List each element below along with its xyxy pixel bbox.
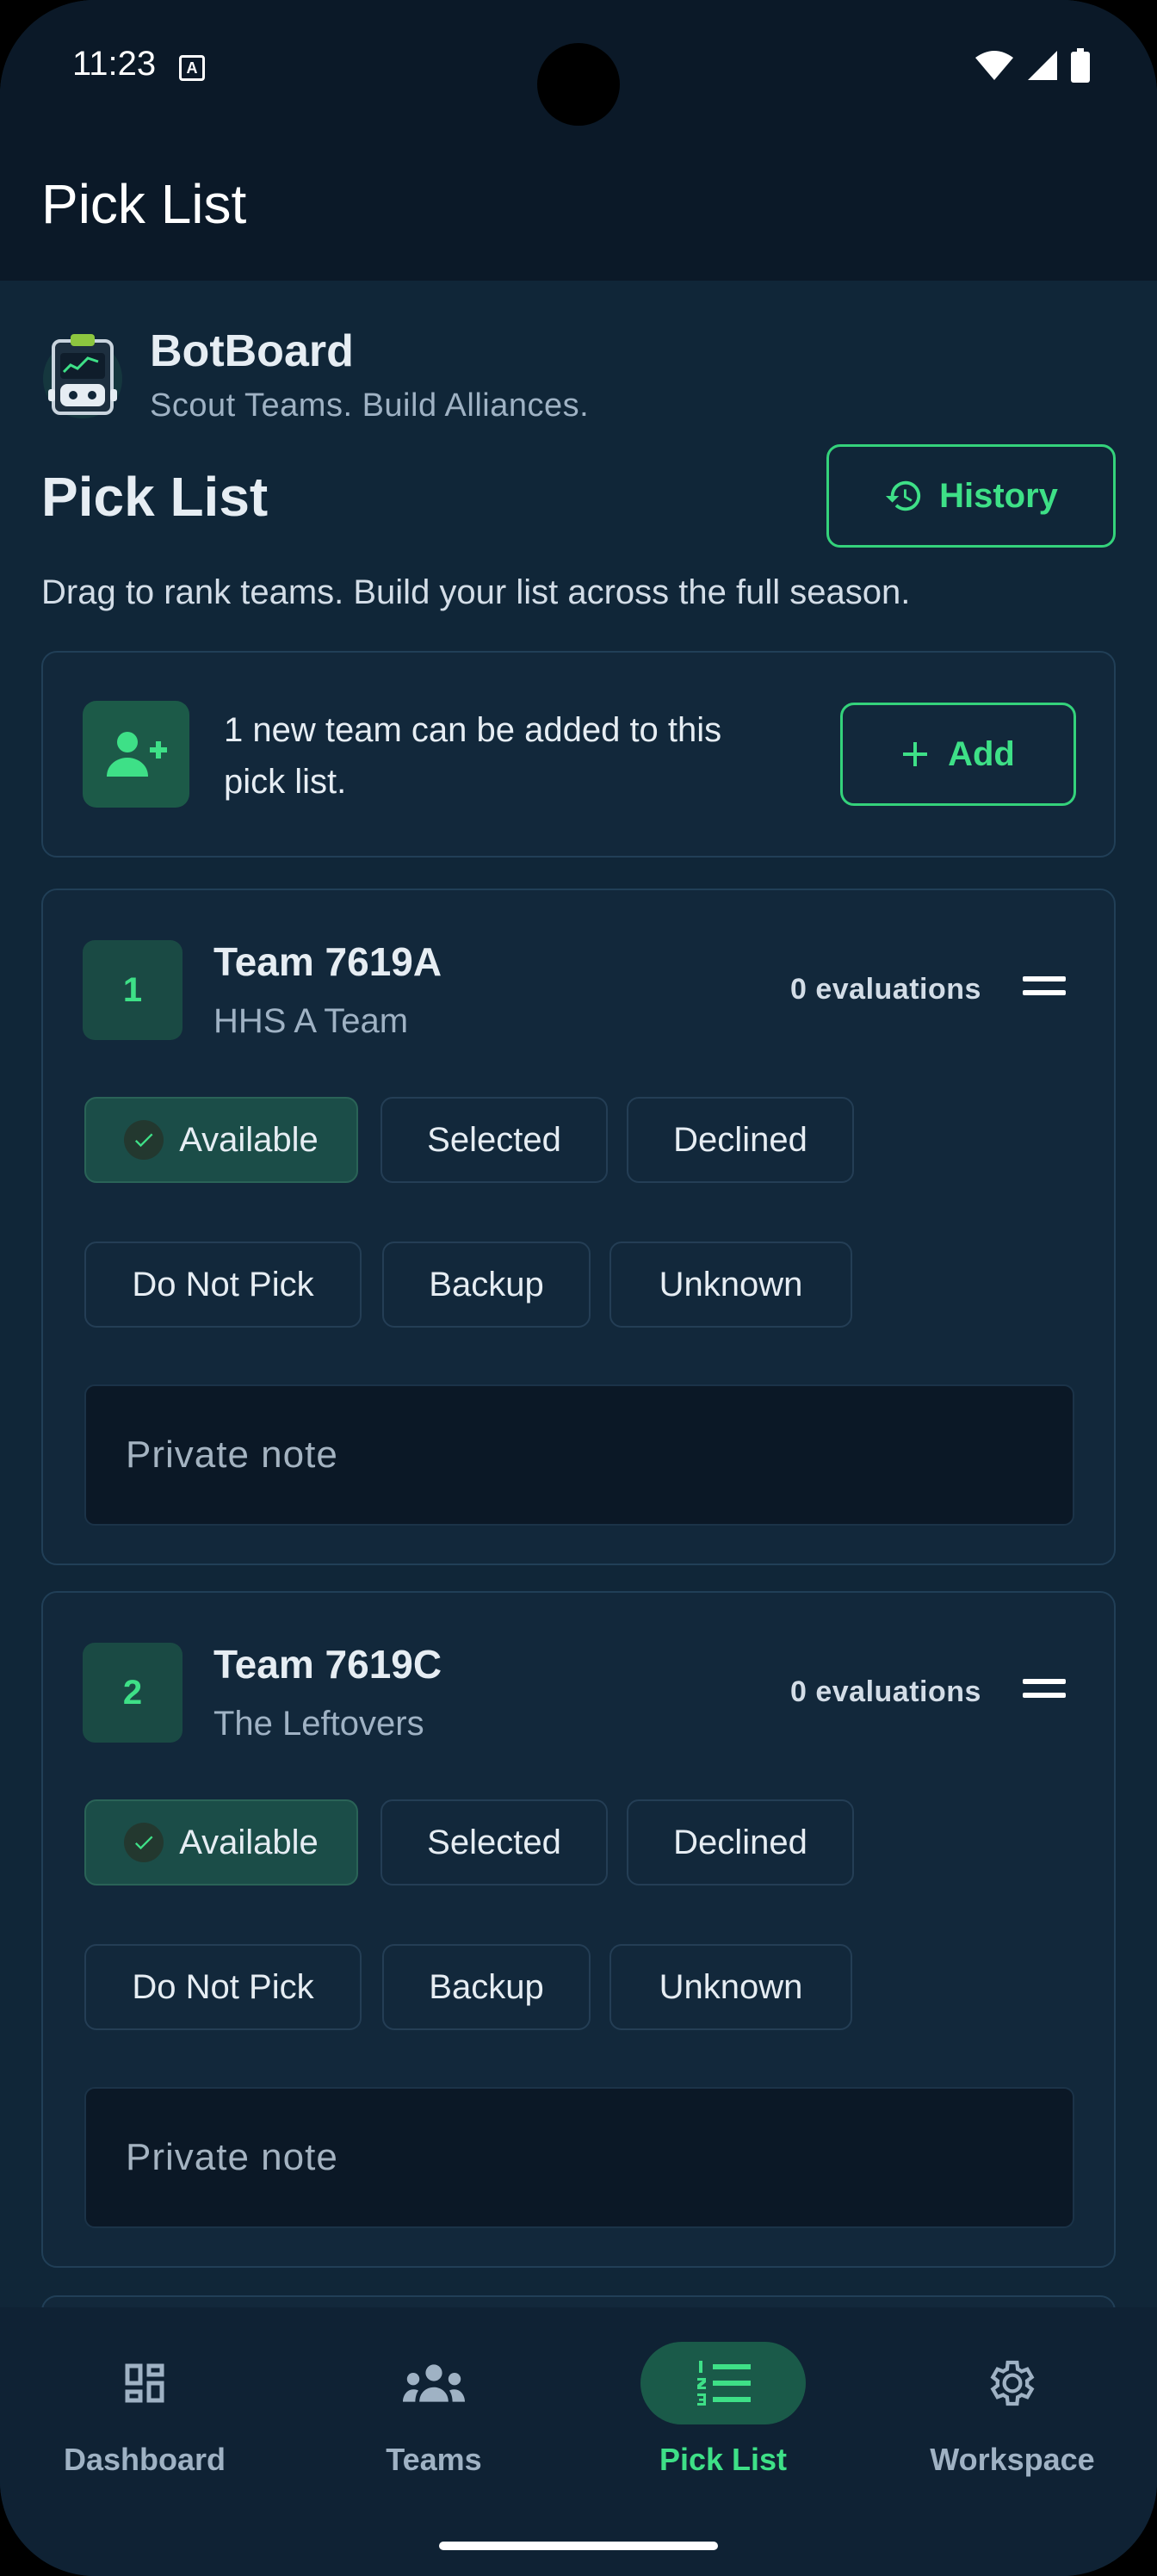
nav-label: Teams (386, 2442, 482, 2477)
team-subtitle: HHS A Team (213, 1002, 409, 1040)
status-chip-selected[interactable]: Selected (381, 1097, 608, 1183)
battery-icon (1071, 48, 1090, 83)
status-chip-selected[interactable]: Selected (381, 1799, 608, 1886)
add-person-icon (83, 701, 189, 808)
nav-label: Pick List (659, 2442, 788, 2477)
chip-label: Available (179, 1120, 319, 1159)
status-chip-do-not-pick[interactable]: Do Not Pick (84, 1944, 362, 2030)
chip-label: Declined (673, 1823, 807, 1861)
brand-tagline: Scout Teams. Build Alliances. (150, 387, 590, 424)
add-team-banner: 1 new team can be added to this pick lis… (41, 651, 1116, 858)
add-label: Add (948, 734, 1015, 773)
brand-name: BotBoard (150, 326, 354, 376)
status-chip-unknown[interactable]: Unknown (609, 1242, 852, 1328)
history-button[interactable]: History (826, 444, 1116, 548)
chip-label: Do Not Pick (132, 1967, 314, 2006)
page-title: Pick List (41, 466, 269, 528)
page-subtitle: Drag to rank teams. Build your list acro… (41, 573, 911, 611)
wifi-icon (975, 51, 1013, 80)
top-app-bar: 11:23 A Pick List (0, 0, 1157, 281)
chip-label: Do Not Pick (132, 1265, 314, 1303)
check-icon (124, 1120, 164, 1160)
robot-clipboard-logo (43, 334, 122, 418)
gear-icon (990, 2360, 1035, 2406)
groups-icon (403, 2364, 465, 2402)
status-chip-do-not-pick[interactable]: Do Not Pick (84, 1242, 362, 1328)
chip-label: Backup (429, 1265, 544, 1303)
rank-badge: 2 (83, 1643, 183, 1743)
signal-icon (1028, 51, 1057, 80)
team-name: Team 7619A (213, 939, 442, 984)
status-chip-available[interactable]: Available (84, 1097, 358, 1183)
nav-label: Dashboard (63, 2442, 226, 2477)
history-icon (886, 480, 921, 511)
status-time: 11:23 (72, 45, 157, 83)
add-banner-message: 1 new team can be added to this pick lis… (224, 711, 722, 801)
team-card[interactable]: 1 Team 7619A HHS A Team 0 evaluations Av… (41, 889, 1116, 1565)
notification-icon: A (179, 55, 205, 81)
scroll-content[interactable]: BotBoard Scout Teams. Build Alliances. P… (0, 281, 1157, 2307)
numbered-list-icon (697, 2361, 751, 2406)
status-chip-available[interactable]: Available (84, 1799, 358, 1886)
check-icon (124, 1823, 164, 1862)
bottom-navigation: Dashboard Teams Pick List Workspace (0, 2307, 1157, 2576)
brand-header: BotBoard Scout Teams. Build Alliances. (41, 308, 816, 424)
team-subtitle: The Leftovers (213, 1705, 424, 1743)
add-team-button[interactable]: Add (840, 703, 1076, 806)
drag-handle-icon[interactable] (1023, 1679, 1066, 1701)
chip-label: Selected (427, 1823, 561, 1861)
nav-teams[interactable]: Teams (289, 2342, 578, 2514)
app-bar-title: Pick List (41, 173, 247, 235)
status-chip-backup[interactable]: Backup (382, 1242, 591, 1328)
drag-handle-icon[interactable] (1023, 976, 1066, 999)
status-chip-backup[interactable]: Backup (382, 1944, 591, 2030)
phone-screen: 11:23 A Pick List BotBoard Scout Teams. … (0, 0, 1157, 2576)
team-name: Team 7619C (213, 1642, 442, 1687)
nav-label: Workspace (930, 2442, 1095, 2477)
team-card[interactable]: 2 Team 7619C The Leftovers 0 evaluations… (41, 1591, 1116, 2268)
history-label: History (939, 476, 1058, 515)
private-note-input[interactable]: Private note (84, 1384, 1074, 1526)
private-note-input[interactable]: Private note (84, 2087, 1074, 2228)
evaluation-count: 0 evaluations (790, 1675, 981, 1708)
plus-icon (903, 742, 928, 766)
status-chip-unknown[interactable]: Unknown (609, 1944, 852, 2030)
rank-badge: 1 (83, 940, 183, 1040)
chip-label: Unknown (659, 1967, 803, 2006)
evaluation-count: 0 evaluations (790, 973, 981, 1006)
nav-pick-list[interactable]: Pick List (578, 2342, 868, 2514)
status-chip-declined[interactable]: Declined (627, 1799, 854, 1886)
camera-cutout (537, 43, 620, 126)
chip-label: Available (179, 1823, 319, 1861)
chip-label: Unknown (659, 1265, 803, 1303)
dashboard-icon (125, 2363, 164, 2403)
nav-dashboard[interactable]: Dashboard (0, 2342, 289, 2514)
team-card-partial (41, 2295, 1116, 2307)
status-chip-declined[interactable]: Declined (627, 1097, 854, 1183)
chip-label: Selected (427, 1120, 561, 1159)
chip-label: Backup (429, 1967, 544, 2006)
chip-label: Declined (673, 1120, 807, 1159)
home-indicator[interactable] (439, 2542, 718, 2550)
status-icons (974, 48, 1090, 83)
nav-workspace[interactable]: Workspace (868, 2342, 1157, 2514)
